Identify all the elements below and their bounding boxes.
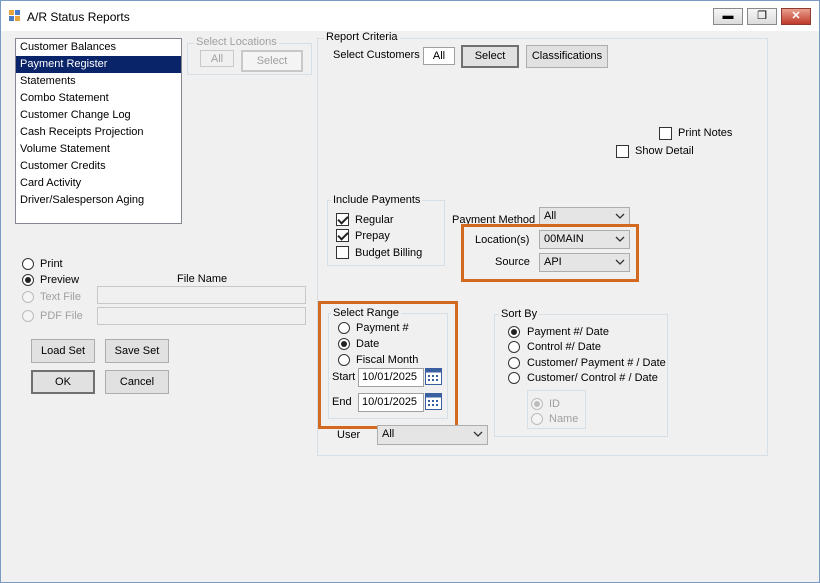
prepay-label: Prepay <box>355 230 390 242</box>
chevron-down-icon <box>615 213 625 219</box>
user-label: User <box>337 429 361 441</box>
report-list-item[interactable]: Customer Balances <box>16 39 181 56</box>
sort-customer-control-date-radio[interactable] <box>508 372 520 384</box>
payment-number-label: Payment # <box>356 322 409 334</box>
sort-customer-payment-date-radio[interactable] <box>508 357 520 369</box>
preview-label: Preview <box>40 274 80 286</box>
customers-select-button[interactable]: Select <box>461 45 519 68</box>
date-radio[interactable] <box>338 338 350 350</box>
report-list-item[interactable]: Cash Receipts Projection <box>16 124 181 141</box>
sort-name-radio <box>531 413 543 425</box>
load-set-button[interactable]: Load Set <box>31 339 95 363</box>
ok-button[interactable]: OK <box>31 370 95 394</box>
pdf-file-label: PDF File <box>40 310 83 322</box>
text-file-radio <box>22 291 34 303</box>
print-notes-label: Print Notes <box>678 127 733 139</box>
report-list-item[interactable]: Driver/Salesperson Aging <box>16 192 181 209</box>
preview-radio[interactable] <box>22 274 34 286</box>
customers-all-field: All <box>423 47 455 65</box>
report-list-item[interactable]: Card Activity <box>16 175 181 192</box>
budget-billing-checkbox[interactable] <box>336 246 349 259</box>
save-set-button[interactable]: Save Set <box>105 339 169 363</box>
sort-control-date-label: Control #/ Date <box>527 341 601 353</box>
ar-status-reports-window: A/R Status Reports ▬ ❐ ✕ Customer Balanc… <box>0 0 820 583</box>
classifications-button[interactable]: Classifications <box>526 45 608 68</box>
start-calendar-icon[interactable] <box>425 368 442 385</box>
end-date-input[interactable]: 10/01/2025 <box>358 393 424 412</box>
minimize-button[interactable]: ▬ <box>713 8 743 25</box>
user-dropdown[interactable]: All <box>377 425 488 445</box>
cancel-button[interactable]: Cancel <box>105 370 169 394</box>
sort-payment-date-radio[interactable] <box>508 326 520 338</box>
locations-value: 00MAIN <box>544 233 584 245</box>
chevron-down-icon <box>615 259 625 265</box>
file-name-label: File Name <box>177 273 228 285</box>
sort-name-label: Name <box>549 413 579 425</box>
report-list-item[interactable]: Statements <box>16 73 181 90</box>
source-label: Source <box>495 256 530 268</box>
report-list-item[interactable]: Customer Credits <box>16 158 181 175</box>
close-button[interactable]: ✕ <box>781 8 811 25</box>
regular-label: Regular <box>355 214 394 226</box>
report-list-item[interactable]: Volume Statement <box>16 141 181 158</box>
report-list-item[interactable]: Customer Change Log <box>16 107 181 124</box>
show-detail-checkbox[interactable] <box>616 145 629 158</box>
print-label: Print <box>40 258 63 270</box>
sort-id-radio <box>531 398 543 410</box>
text-file-label: Text File <box>40 291 81 303</box>
title-bar[interactable]: A/R Status Reports ▬ ❐ ✕ <box>1 1 819 31</box>
sort-customer-payment-date-label: Customer/ Payment # / Date <box>527 357 666 369</box>
report-list-item[interactable]: Combo Statement <box>16 90 181 107</box>
select-customers-label: Select Customers <box>333 49 420 61</box>
include-payments-label: Include Payments <box>331 194 423 206</box>
report-list[interactable]: Customer Balances Payment Register Stateme… <box>15 38 182 224</box>
sort-by-label: Sort By <box>499 308 540 320</box>
locations-select-button: Select <box>241 50 303 72</box>
window-title: A/R Status Reports <box>27 10 130 24</box>
locations-all-field: All <box>200 50 234 67</box>
end-calendar-icon[interactable] <box>425 393 442 410</box>
date-label: Date <box>356 338 380 350</box>
locations-dropdown[interactable]: 00MAIN <box>539 230 630 249</box>
pdf-file-radio <box>22 310 34 322</box>
sort-control-date-radio[interactable] <box>508 341 520 353</box>
prepay-checkbox[interactable] <box>336 229 349 242</box>
payment-number-radio[interactable] <box>338 322 350 334</box>
budget-billing-label: Budget Billing <box>355 247 423 259</box>
fiscal-month-radio[interactable] <box>338 354 350 366</box>
select-range-label: Select Range <box>331 307 402 319</box>
user-value: All <box>382 428 395 440</box>
report-criteria-label: Report Criteria <box>324 31 400 43</box>
sort-id-label: ID <box>549 398 560 410</box>
report-list-item[interactable]: Payment Register <box>16 56 181 73</box>
text-file-name-field <box>97 286 306 304</box>
chevron-down-icon <box>615 236 625 242</box>
start-date-label: Start <box>332 371 356 383</box>
locations-label: Location(s) <box>475 234 530 246</box>
source-value: API <box>544 256 562 268</box>
start-date-input[interactable]: 10/01/2025 <box>358 368 424 387</box>
restore-button[interactable]: ❐ <box>747 8 777 25</box>
fiscal-month-label: Fiscal Month <box>356 354 419 366</box>
print-notes-checkbox[interactable] <box>659 127 672 140</box>
sort-customer-control-date-label: Customer/ Control # / Date <box>527 372 658 384</box>
print-radio[interactable] <box>22 258 34 270</box>
sort-payment-date-label: Payment #/ Date <box>527 326 609 338</box>
end-date-label: End <box>332 396 352 408</box>
app-icon <box>9 10 20 21</box>
select-locations-label: Select Locations <box>194 36 279 48</box>
pdf-file-name-field <box>97 307 306 325</box>
chevron-down-icon <box>473 431 483 437</box>
source-dropdown[interactable]: API <box>539 253 630 272</box>
regular-checkbox[interactable] <box>336 213 349 226</box>
payment-method-value: All <box>544 210 557 222</box>
show-detail-label: Show Detail <box>635 145 694 157</box>
